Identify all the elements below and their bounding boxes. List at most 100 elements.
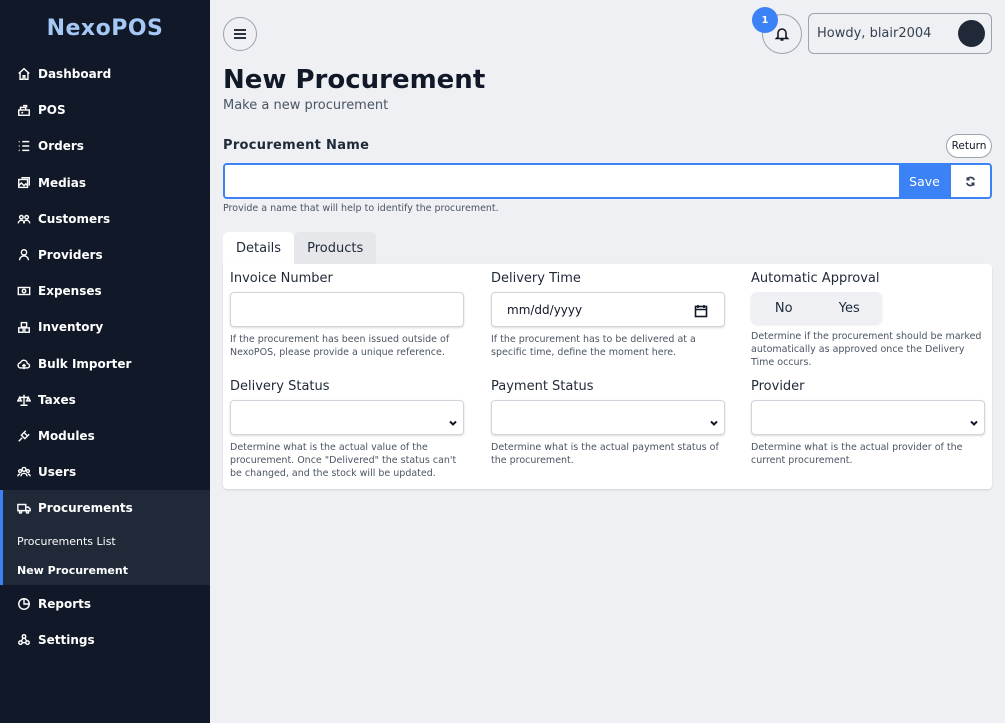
- balance-scale-icon: [17, 393, 31, 407]
- sidebar-item-label: Dashboard: [38, 67, 112, 82]
- logo[interactable]: NexoPOS: [0, 0, 210, 56]
- sidebar-item-label: Providers: [38, 248, 103, 263]
- sidebar-item-label: Inventory: [38, 320, 104, 335]
- avatar: [958, 20, 985, 47]
- list-icon: [17, 139, 31, 153]
- delivery-status-label: Delivery Status: [230, 379, 330, 394]
- delivery-status-field: Delivery Status Determine what is the ac…: [230, 379, 464, 480]
- page-title: New Procurement: [223, 65, 486, 95]
- delivery-status-select[interactable]: [230, 400, 464, 435]
- calendar-icon[interactable]: [694, 303, 708, 317]
- sidebar-item-dashboard[interactable]: Dashboard: [0, 56, 210, 92]
- sidebar-item-inventory[interactable]: Inventory: [0, 309, 210, 345]
- sidebar-item-pos[interactable]: POS: [0, 92, 210, 128]
- automatic-approval-toggle: No Yes: [751, 292, 882, 324]
- refresh-button[interactable]: [950, 165, 990, 197]
- provider-field: Provider Determine what is the actual pr…: [751, 379, 985, 467]
- delivery-time-label: Delivery Time: [491, 271, 581, 286]
- sidebar-item-label: Modules: [38, 428, 95, 443]
- sidebar-item-label: Settings: [38, 632, 95, 647]
- details-card: Invoice Number If the procurement has be…: [223, 264, 992, 489]
- sidebar-item-users[interactable]: Users: [0, 454, 210, 490]
- sidebar-item-procurements[interactable]: Procurements: [3, 490, 210, 526]
- invoice-number-help: If the procurement has been issued outsi…: [230, 334, 450, 358]
- sidebar-item-label: POS: [38, 103, 66, 118]
- payment-status-field: Payment Status Determine what is the act…: [491, 379, 725, 467]
- plug-icon: [17, 429, 31, 443]
- menu-toggle-button[interactable]: [223, 17, 257, 51]
- chevron-down-icon: [709, 413, 719, 426]
- cloud-upload-icon: [17, 357, 31, 371]
- tab-details[interactable]: Details: [223, 232, 295, 265]
- automatic-approval-field: Automatic Approval No Yes Determine if t…: [751, 271, 985, 369]
- payment-status-help: Determine what is the actual payment sta…: [491, 442, 719, 466]
- provider-select[interactable]: [751, 400, 985, 435]
- sidebar-nav: Dashboard POS Orders Medias Customers Pr…: [0, 56, 210, 490]
- settings-icon: [17, 633, 31, 647]
- user-greeting: Howdy, blair2004: [817, 26, 932, 41]
- approval-option-yes[interactable]: Yes: [817, 292, 883, 324]
- approval-option-no[interactable]: No: [751, 292, 817, 324]
- delivery-time-field: Delivery Time mm/dd/yyyy If the procurem…: [491, 271, 725, 359]
- sidebar-group-procurements: Procurements Procurements List New Procu…: [0, 490, 210, 586]
- sidebar-item-reports[interactable]: Reports: [0, 585, 210, 621]
- sidebar-item-expenses[interactable]: Expenses: [0, 273, 210, 309]
- users-group-icon: [17, 212, 31, 226]
- sidebar-item-label: Procurements: [38, 501, 133, 516]
- sidebar-item-label: Bulk Importer: [38, 356, 132, 371]
- sidebar-item-label: Expenses: [38, 284, 102, 299]
- sidebar-subitem-new-procurement[interactable]: New Procurement: [3, 556, 210, 586]
- hamburger-icon: [234, 29, 246, 39]
- sidebar-subitem-procurements-list[interactable]: Procurements List: [3, 526, 210, 556]
- sidebar-nav-bottom: Reports Settings: [0, 585, 210, 657]
- sidebar-item-medias[interactable]: Medias: [0, 165, 210, 201]
- return-button[interactable]: Return: [946, 134, 992, 158]
- delivery-time-help: If the procurement has to be delivered a…: [491, 334, 696, 358]
- cash-register-icon: [17, 103, 31, 117]
- boxes-icon: [17, 320, 31, 334]
- invoice-number-label: Invoice Number: [230, 271, 333, 286]
- delivery-time-value: mm/dd/yyyy: [507, 302, 583, 317]
- delivery-time-input[interactable]: mm/dd/yyyy: [491, 292, 725, 327]
- invoice-number-input[interactable]: [231, 293, 463, 326]
- page-subtitle: Make a new procurement: [223, 98, 389, 113]
- sidebar: NexoPOS Dashboard POS Orders Medias Cust…: [0, 0, 210, 723]
- bell-icon: [774, 28, 790, 41]
- procurement-name-help: Provide a name that will help to identif…: [223, 203, 499, 214]
- sidebar-item-label: Orders: [38, 139, 84, 154]
- sidebar-item-label: Medias: [38, 175, 87, 190]
- chevron-down-icon: [448, 413, 458, 426]
- invoice-number-control: [230, 292, 464, 327]
- sidebar-item-settings[interactable]: Settings: [0, 622, 210, 658]
- delivery-status-help: Determine what is the actual value of th…: [230, 442, 457, 479]
- sidebar-item-bulk-importer[interactable]: Bulk Importer: [0, 346, 210, 382]
- sidebar-item-label: Taxes: [38, 392, 76, 407]
- home-icon: [17, 67, 31, 81]
- automatic-approval-label: Automatic Approval: [751, 271, 880, 286]
- notification-count-badge: 1: [752, 7, 778, 33]
- procurement-name-group: Save: [223, 163, 992, 199]
- payment-status-select[interactable]: [491, 400, 725, 435]
- sidebar-item-modules[interactable]: Modules: [0, 418, 210, 454]
- sidebar-item-providers[interactable]: Providers: [0, 237, 210, 273]
- sidebar-item-customers[interactable]: Customers: [0, 201, 210, 237]
- sidebar-item-label: Reports: [38, 596, 92, 611]
- image-icon: [17, 176, 31, 190]
- procurement-name-label: Procurement Name: [223, 138, 370, 153]
- sidebar-item-label: Users: [38, 465, 77, 480]
- tab-products[interactable]: Products: [294, 232, 377, 265]
- provider-help: Determine what is the actual provider of…: [751, 442, 963, 466]
- tab-bar: Details Products: [223, 232, 377, 265]
- save-button[interactable]: Save: [899, 165, 950, 197]
- user-icon: [17, 248, 31, 262]
- payment-status-label: Payment Status: [491, 379, 594, 394]
- truck-icon: [17, 501, 31, 515]
- money-icon: [17, 284, 31, 298]
- provider-label: Provider: [751, 379, 805, 394]
- sidebar-item-orders[interactable]: Orders: [0, 128, 210, 164]
- sidebar-item-taxes[interactable]: Taxes: [0, 382, 210, 418]
- procurement-name-input[interactable]: [225, 165, 899, 197]
- automatic-approval-help: Determine if the procurement should be m…: [751, 331, 982, 368]
- main-content: 1 Howdy, blair2004 New Procurement Make …: [210, 0, 1005, 723]
- user-menu[interactable]: Howdy, blair2004: [808, 13, 992, 54]
